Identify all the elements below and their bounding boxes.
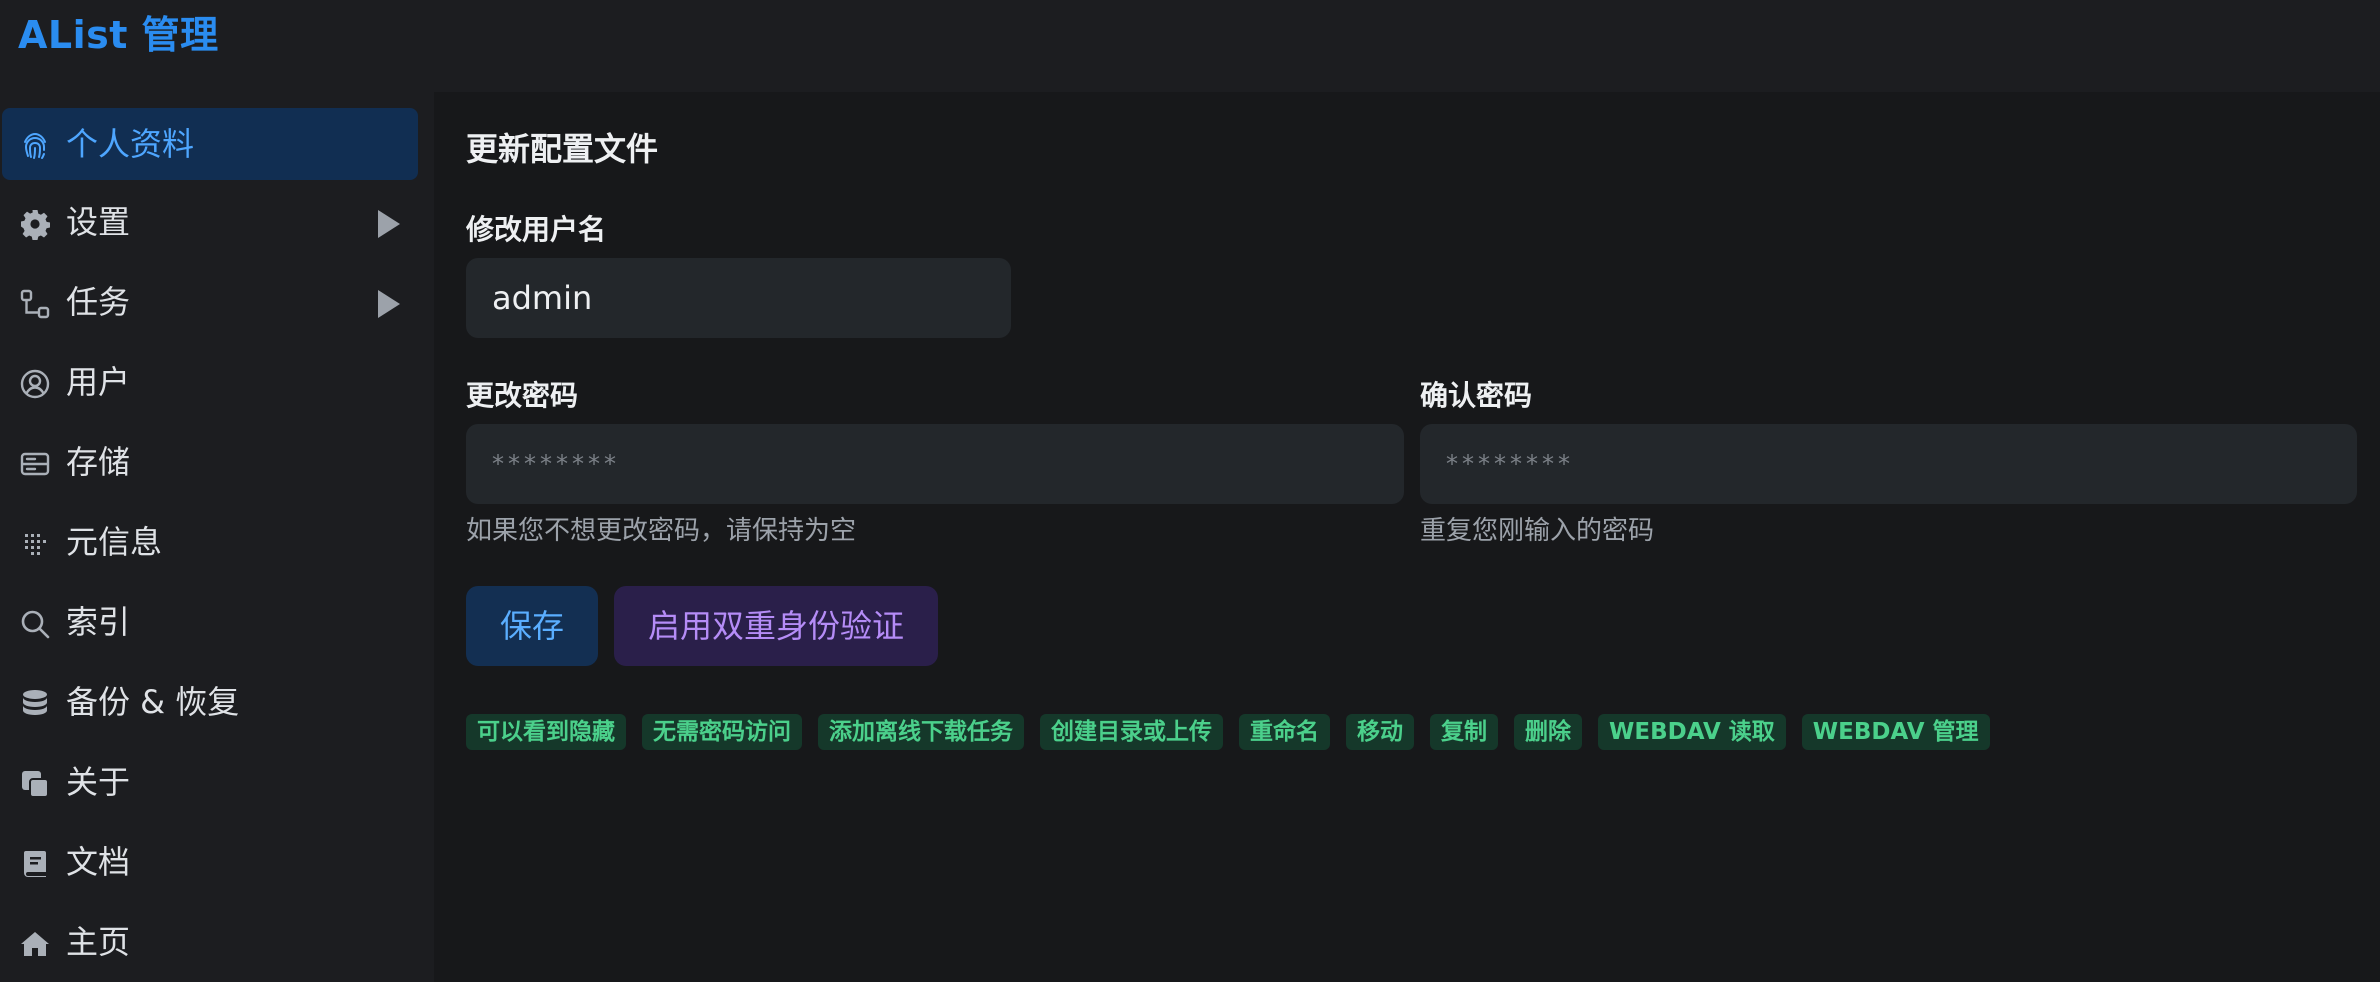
- confirm-password-helper-text: 重复您刚输入的密码: [1420, 516, 1655, 546]
- sidebar-item-profile[interactable]: 个人资料: [2, 108, 418, 180]
- sidebar-item-label: 备份 & 恢复: [66, 683, 240, 721]
- permission-badge-delete: 删除: [1514, 714, 1582, 750]
- sidebar: 个人资料 设置 任务 用户 存储 元信息 索引 备份 & 恢复 关于 文档 主页: [0, 92, 434, 982]
- sidebar-item-label: 存储: [66, 443, 131, 481]
- permission-badges: 可以看到隐藏 无需密码访问 添加离线下载任务 创建目录或上传 重命名 移动 复制…: [466, 714, 1990, 750]
- confirm-password-input[interactable]: [1420, 424, 2357, 504]
- sidebar-item-label: 主页: [66, 923, 131, 961]
- permission-badge-webdav-manage: WEBDAV 管理: [1801, 714, 1990, 750]
- sidebar-item-label: 关于: [66, 763, 131, 801]
- password-input[interactable]: [466, 424, 1404, 504]
- password-label: 更改密码: [466, 379, 579, 412]
- sidebar-item-backup-restore[interactable]: 备份 & 恢复: [2, 666, 418, 738]
- permission-badge-see-hidden: 可以看到隐藏: [466, 714, 626, 750]
- sidebar-item-home[interactable]: 主页: [2, 906, 418, 978]
- permission-badge-webdav-read: WEBDAV 读取: [1598, 714, 1786, 750]
- fingerprint-icon: [18, 129, 52, 163]
- sidebar-item-users[interactable]: 用户: [2, 346, 418, 418]
- gear-icon: [18, 207, 52, 241]
- sidebar-item-label: 设置: [66, 203, 131, 241]
- permission-badge-rename: 重命名: [1239, 714, 1330, 750]
- task-tree-icon: [18, 287, 52, 321]
- section-title: 更新配置文件: [466, 130, 659, 168]
- password-helper-text: 如果您不想更改密码，请保持为空: [466, 516, 857, 546]
- chevron-right-icon: [376, 210, 400, 238]
- sidebar-item-label: 元信息: [66, 523, 163, 561]
- copy-icon: [18, 767, 52, 801]
- permission-badge-mkdir-upload: 创建目录或上传: [1040, 714, 1223, 750]
- permission-badge-no-password: 无需密码访问: [642, 714, 802, 750]
- sidebar-item-storage[interactable]: 存储: [2, 426, 418, 498]
- sidebar-item-about[interactable]: 关于: [2, 746, 418, 818]
- sidebar-item-indexes[interactable]: 索引: [2, 586, 418, 658]
- search-icon: [18, 607, 52, 641]
- meta-grid-icon: [18, 527, 52, 561]
- sidebar-item-label: 索引: [66, 603, 131, 641]
- user-circle-icon: [18, 367, 52, 401]
- sidebar-item-label: 文档: [66, 843, 131, 881]
- chevron-right-icon: [376, 290, 400, 318]
- sidebar-item-metas[interactable]: 元信息: [2, 506, 418, 578]
- sidebar-item-tasks[interactable]: 任务: [2, 266, 418, 338]
- save-button[interactable]: 保存: [466, 586, 598, 666]
- permission-badge-offline-download: 添加离线下载任务: [818, 714, 1024, 750]
- permission-badge-copy: 复制: [1430, 714, 1498, 750]
- database-icon: [18, 687, 52, 721]
- sidebar-item-label: 任务: [66, 283, 131, 321]
- sidebar-item-label: 用户: [66, 363, 131, 401]
- sidebar-item-label: 个人资料: [66, 125, 195, 163]
- storage-icon: [18, 447, 52, 481]
- book-icon: [18, 847, 52, 881]
- permission-badge-move: 移动: [1346, 714, 1414, 750]
- sidebar-item-settings[interactable]: 设置: [2, 186, 418, 258]
- app-header: AList 管理: [0, 0, 2380, 92]
- username-input[interactable]: [466, 258, 1011, 338]
- username-label: 修改用户名: [466, 213, 607, 246]
- sidebar-item-docs[interactable]: 文档: [2, 826, 418, 898]
- confirm-password-label: 确认密码: [1420, 379, 1533, 412]
- app-title[interactable]: AList 管理: [18, 4, 219, 59]
- enable-2fa-button[interactable]: 启用双重身份验证: [614, 586, 938, 666]
- home-icon: [18, 927, 52, 961]
